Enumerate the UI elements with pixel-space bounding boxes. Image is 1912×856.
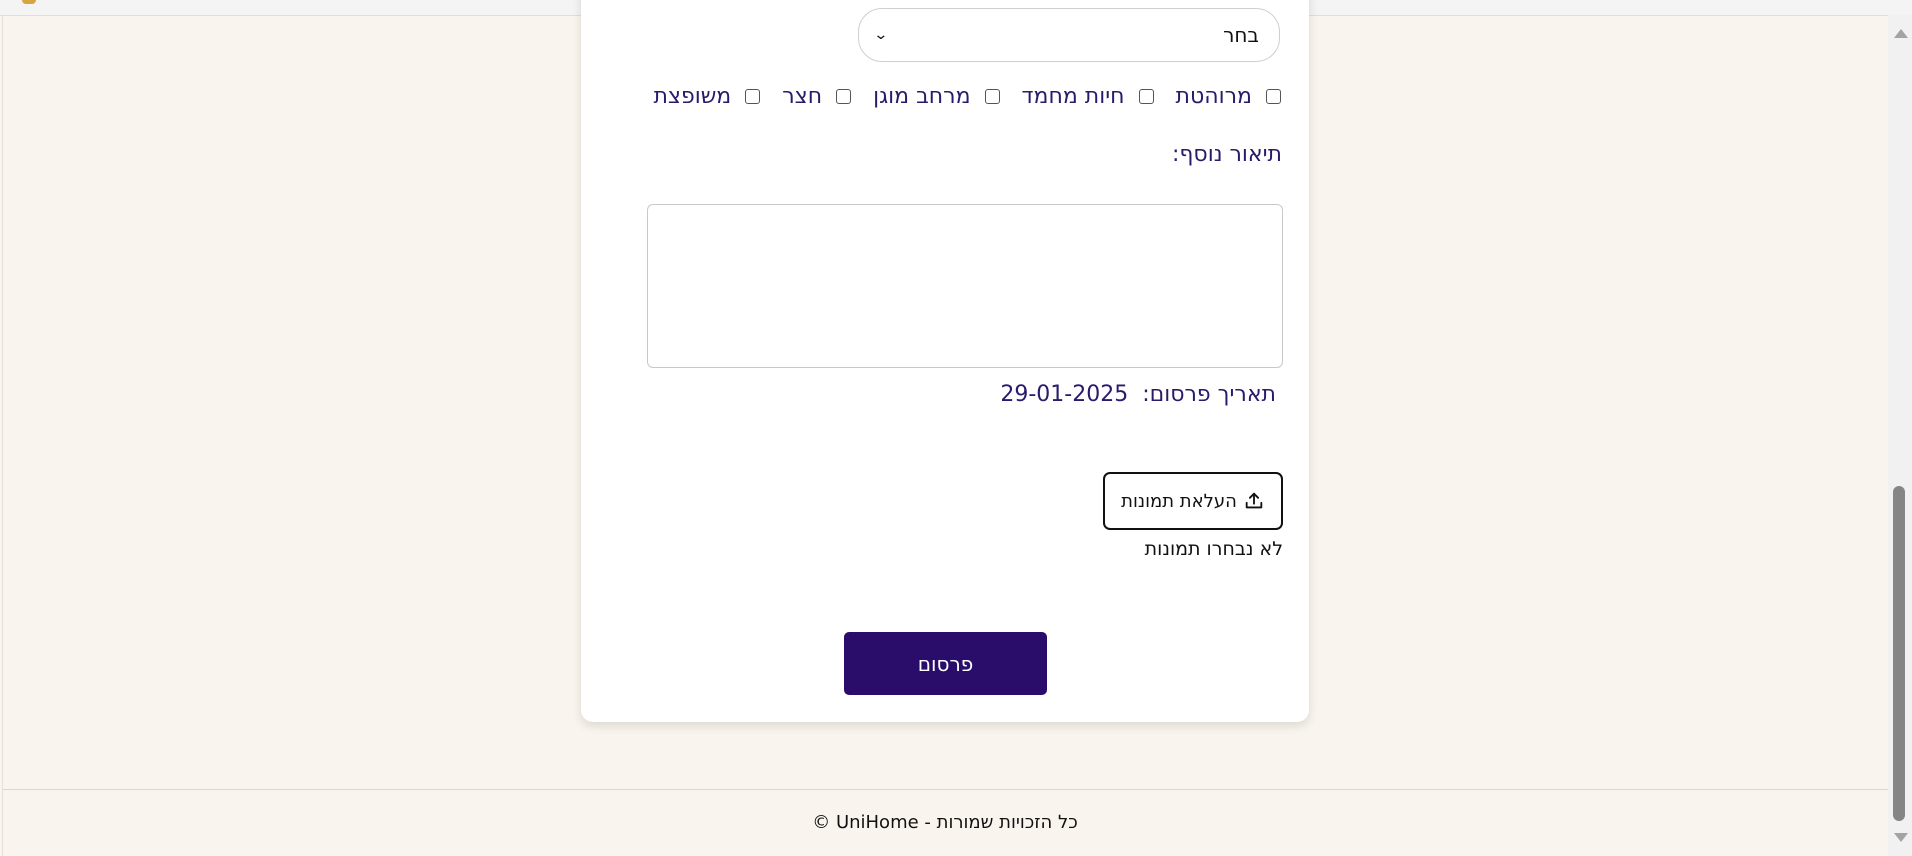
amenity-label: משופצת [653, 84, 732, 109]
amenity-label: חצר [782, 84, 823, 109]
amenity-renovated[interactable]: משופצת [653, 84, 761, 109]
description-label: תיאור נוסף: [1171, 142, 1282, 167]
scroll-down-arrow-icon[interactable] [1894, 833, 1908, 842]
amenity-pets[interactable]: חיות מחמד [1022, 84, 1154, 109]
description-textarea[interactable] [647, 204, 1283, 368]
amenity-label: מרחב מוגן [873, 84, 971, 109]
no-images-status: לא נבחרו תמונות [1144, 538, 1283, 560]
upload-icon [1245, 492, 1263, 509]
scrollbar-thumb[interactable] [1893, 486, 1905, 821]
checkbox-renovated[interactable] [745, 89, 761, 104]
amenity-label: מרוהטת [1175, 84, 1252, 109]
footer-divider [3, 789, 1888, 790]
amenity-shelter[interactable]: מרחב מוגן [873, 84, 1000, 109]
vertical-scrollbar[interactable] [1888, 15, 1912, 856]
listing-form-card: בחר ⌄ מרוהטת חיות מחמד מרחב מוגן חצר משו… [581, 0, 1309, 722]
tab-indicator [22, 0, 36, 4]
upload-images-label: העלאת תמונות [1121, 490, 1237, 512]
upload-images-button[interactable]: העלאת תמונות [1103, 472, 1283, 530]
publish-date-value: 29-01-2025 [1000, 382, 1129, 407]
publish-button[interactable]: פרסום [844, 632, 1047, 695]
chevron-down-icon: ⌄ [873, 27, 889, 43]
amenity-furnished[interactable]: מרוהטת [1176, 84, 1281, 109]
checkbox-yard[interactable] [836, 89, 852, 104]
publish-date-row: תאריך פרסום: 29-01-2025 [1000, 382, 1276, 407]
page-border [2, 15, 3, 856]
checkbox-pets[interactable] [1138, 89, 1154, 104]
select-value: בחר [1223, 23, 1259, 47]
footer-copyright: © UniHome - כל הזכויות שמורות [812, 812, 1078, 833]
checkbox-furnished[interactable] [1266, 89, 1281, 104]
amenity-label: חיות מחמד [1021, 84, 1125, 109]
publish-date-label: תאריך פרסום: [1142, 382, 1276, 407]
checkbox-shelter[interactable] [984, 89, 1000, 104]
amenities-checkbox-group: מרוהטת חיות מחמד מרחב מוגן חצר משופצת [653, 84, 1281, 109]
scroll-up-arrow-icon[interactable] [1894, 29, 1908, 38]
amenity-yard[interactable]: חצר [782, 84, 852, 109]
select-dropdown[interactable]: בחר ⌄ [858, 8, 1280, 62]
